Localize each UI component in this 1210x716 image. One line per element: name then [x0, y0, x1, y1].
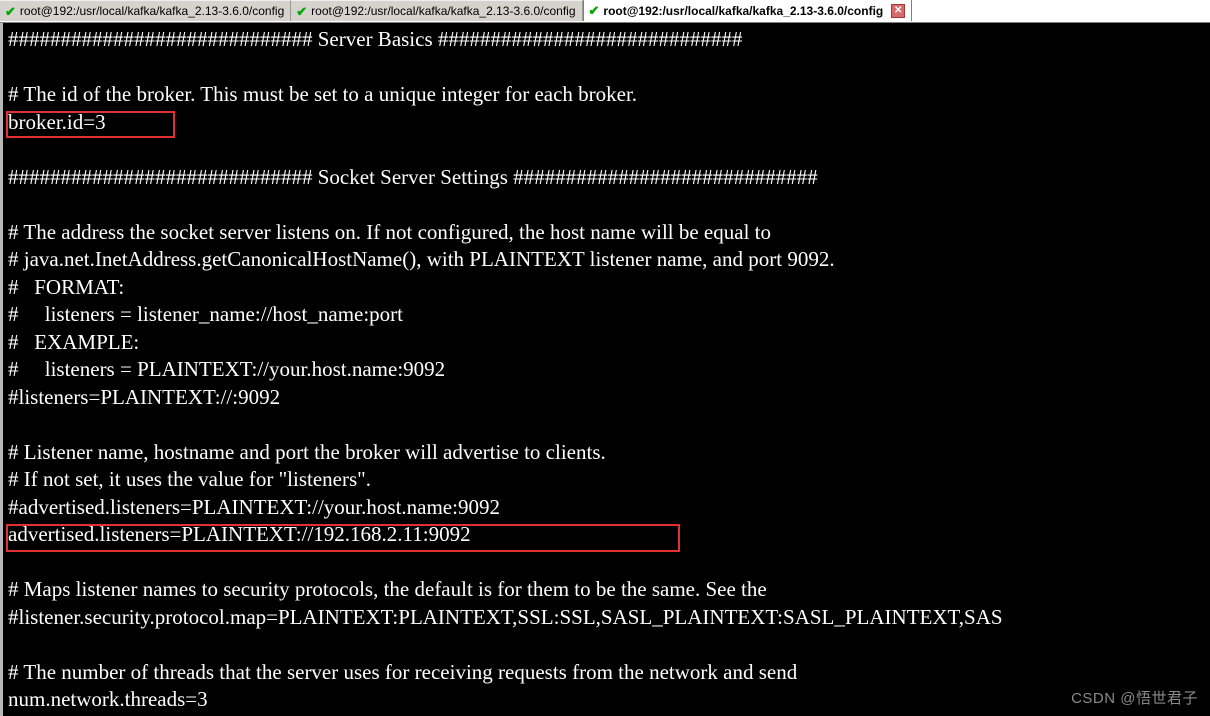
terminal-line: # Listener name, hostname and port the b…	[8, 439, 606, 464]
terminal-output-pane[interactable]: ############################# Server Bas…	[0, 23, 1210, 716]
terminal-line: broker.id=3	[8, 109, 106, 134]
watermark-label: CSDN @悟世君子	[1071, 690, 1198, 707]
terminal-line: advertised.listeners=PLAINTEXT://192.168…	[8, 522, 471, 546]
terminal-line: # Maps listener names to security protoc…	[8, 577, 767, 601]
tab-label: root@192:/usr/local/kafka/kafka_2.13-3.6…	[311, 4, 576, 18]
terminal-window: ✔ root@192:/usr/local/kafka/kafka_2.13-3…	[0, 0, 1210, 716]
terminal-line: # If not set, it uses the value for "lis…	[8, 467, 371, 491]
terminal-line: # The number of threads that the server …	[8, 659, 798, 684]
terminal-line: # FORMAT:	[8, 274, 125, 299]
tab-label: root@192:/usr/local/kafka/kafka_2.13-3.6…	[603, 3, 884, 18]
terminal-line: #listener.security.protocol.map=PLAINTEX…	[8, 604, 1003, 629]
terminal-line: #advertised.listeners=PLAINTEXT://your.h…	[8, 494, 500, 519]
terminal-line: ############################# Socket Ser…	[8, 164, 818, 189]
terminal-line: # listeners = listener_name://host_name:…	[8, 302, 404, 326]
tab-close-icon[interactable]: ✕	[891, 3, 906, 18]
terminal-text: ############################# Server Bas…	[3, 23, 1003, 714]
tab-bar: ✔ root@192:/usr/local/kafka/kafka_2.13-3…	[0, 0, 1210, 23]
tab-status-check-icon: ✔	[5, 3, 16, 19]
terminal-line: # listeners = PLAINTEXT://your.host.name…	[8, 357, 446, 381]
terminal-line: #listeners=PLAINTEXT://:9092	[8, 384, 281, 409]
tab-status-check-icon: ✔	[588, 3, 600, 18]
terminal-tab-1[interactable]: ✔ root@192:/usr/local/kafka/kafka_2.13-3…	[0, 0, 292, 21]
terminal-line: # EXAMPLE:	[8, 329, 140, 354]
tab-status-check-icon: ✔	[296, 3, 308, 19]
tab-bar-empty-space	[912, 0, 1210, 22]
terminal-line: # The id of the broker. This must be set…	[8, 82, 638, 106]
terminal-line: ############################# Server Bas…	[8, 27, 743, 51]
terminal-tab-2[interactable]: ✔ root@192:/usr/local/kafka/kafka_2.13-3…	[291, 0, 583, 21]
tab-label: root@192:/usr/local/kafka/kafka_2.13-3.6…	[19, 4, 285, 18]
terminal-line: # java.net.InetAddress.getCanonicalHostN…	[8, 247, 835, 271]
terminal-line: num.network.threads=3	[8, 687, 208, 711]
terminal-tab-3-active[interactable]: ✔ root@192:/usr/local/kafka/kafka_2.13-3…	[582, 0, 913, 21]
terminal-line: # The address the socket server listens …	[8, 219, 771, 244]
